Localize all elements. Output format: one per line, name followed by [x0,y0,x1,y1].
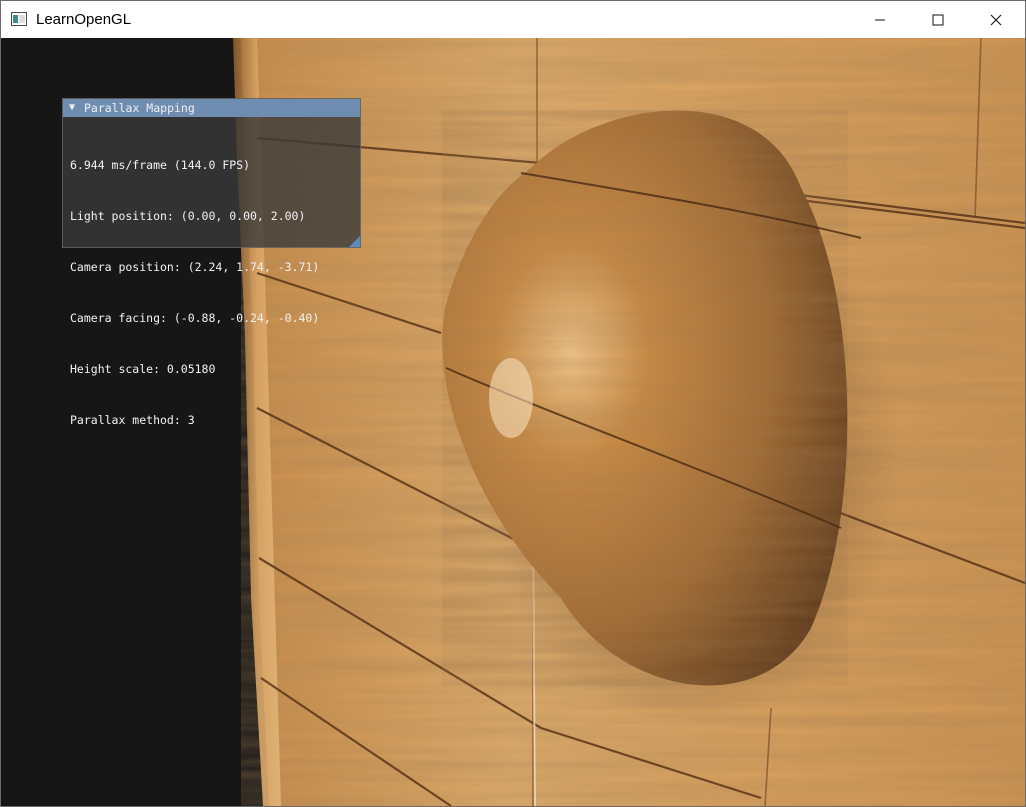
stat-camera-position: Camera position: (2.24, 1.74, -3.71) [70,260,320,274]
window-app-icon[interactable] [11,12,27,26]
resize-grip-icon[interactable] [349,236,360,247]
maximize-icon [932,14,944,25]
stat-light-position: Light position: (0.00, 0.00, 2.00) [70,209,306,223]
stat-frame-time: 6.944 ms/frame (144.0 FPS) [70,158,251,172]
minimize-icon [875,19,885,20]
panel-stats: 6.944 ms/frame (144.0 FPS) Light positio… [70,123,319,463]
triangle-down-icon[interactable]: ▼ [69,99,75,117]
parallax-mapping-panel[interactable]: ▼ Parallax Mapping 6.944 ms/frame (144.0… [62,98,361,427]
close-button[interactable] [967,1,1025,38]
minimize-button[interactable] [851,1,909,38]
window-title: LearnOpenGL [36,11,132,28]
stat-parallax-method: Parallax method: 3 [70,413,195,427]
stat-height-scale: Height scale: 0.05180 [70,362,216,376]
panel-title-bar[interactable]: ▼ Parallax Mapping [63,99,360,117]
close-icon [990,14,1002,25]
panel-title: Parallax Mapping [84,101,195,115]
render-viewport[interactable]: ▼ Parallax Mapping 6.944 ms/frame (144.0… [1,38,1025,806]
maximize-button[interactable] [909,1,967,38]
title-bar[interactable]: LearnOpenGL [1,1,1025,38]
stat-camera-facing: Camera facing: (-0.88, -0.24, -0.40) [70,311,320,325]
app-window: LearnOpenGL ▼ Parallax Mapping 6.944 ms/… [0,0,1026,807]
